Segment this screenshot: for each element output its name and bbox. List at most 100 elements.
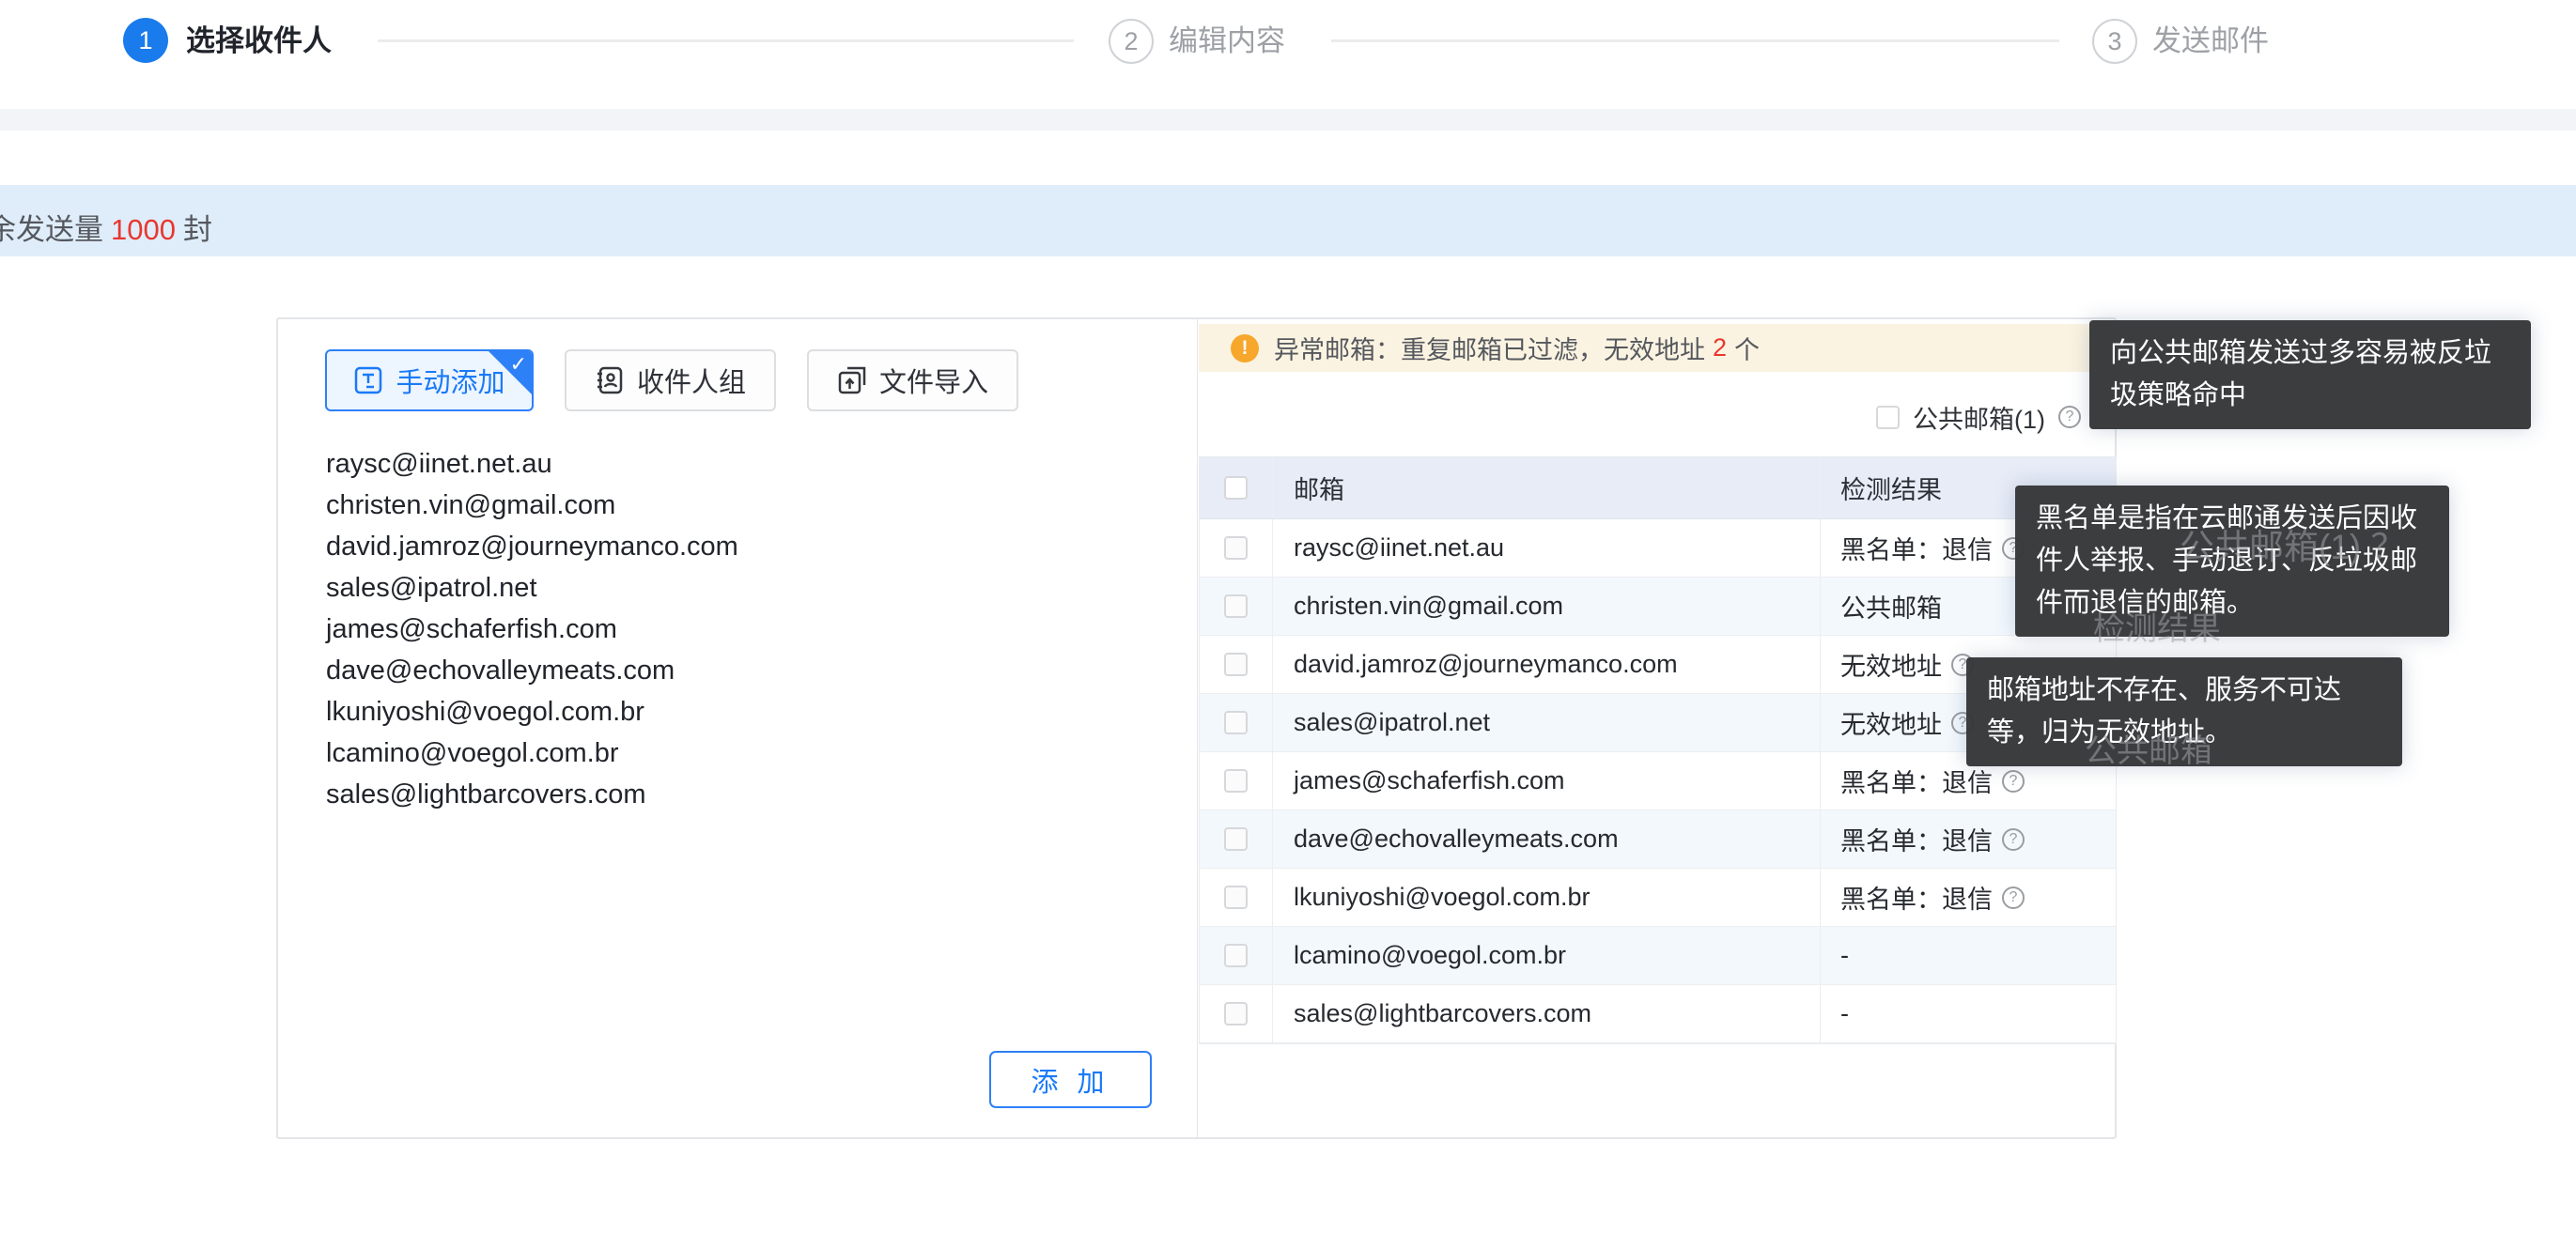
email-cell: david.jamroz@journeymanco.com — [1273, 636, 1821, 693]
email-cell: sales@lightbarcovers.com — [1273, 985, 1821, 1042]
quota-banner: 剩余发送量1000封 — [0, 185, 2576, 256]
select-all-checkbox[interactable] — [1224, 476, 1248, 500]
tab-file-import[interactable]: 文件导入 — [807, 349, 1018, 411]
email-cell: lcamino@voegol.com.br — [1273, 927, 1821, 984]
tab-recipient-group[interactable]: 收件人组 — [565, 349, 776, 411]
result-text: 黑名单：退信 — [1840, 879, 1993, 916]
header-divider-strip — [0, 109, 2576, 131]
row-checkbox[interactable] — [1224, 1002, 1248, 1025]
result-text: 无效地址 — [1840, 646, 1942, 683]
email-cell: christen.vin@gmail.com — [1273, 578, 1821, 635]
row-checkbox-cell — [1200, 985, 1273, 1042]
add-button[interactable]: 添 加 — [989, 1051, 1152, 1108]
tab-label: 文件导入 — [879, 361, 988, 400]
file-import-icon — [837, 365, 867, 395]
row-checkbox[interactable] — [1224, 769, 1248, 793]
result-text: 黑名单：退信 — [1840, 530, 1993, 566]
tooltip-invalid-address: 邮箱地址不存在、服务不可达等，归为无效地址。 — [1966, 657, 2402, 766]
row-checkbox[interactable] — [1224, 886, 1248, 909]
result-help-icon[interactable]: ? — [2002, 887, 2025, 909]
step-1-circle: 1 — [123, 18, 168, 63]
quota-count: 1000 — [103, 213, 183, 246]
public-mailbox-filter: 公共邮箱(1) ? — [1876, 400, 2081, 434]
recipient-card: 手动添加✓收件人组文件导入 raysc@iinet.net.auchristen… — [276, 317, 2117, 1139]
result-cell: - — [1821, 985, 2116, 1042]
table-header-row: 邮箱检测结果 — [1200, 457, 2116, 519]
row-checkbox-cell — [1200, 519, 1273, 577]
row-checkbox[interactable] — [1224, 944, 1248, 967]
select-all-cell — [1200, 457, 1273, 518]
result-cell: 黑名单：退信? — [1821, 810, 2116, 868]
page: 1 选择收件人 2 编辑内容 3 发送邮件 剩余发送量1000封 手动添加✓ 收件… — [0, 0, 2576, 1249]
row-checkbox-cell — [1200, 578, 1273, 635]
panel-divider — [1197, 319, 1198, 1137]
result-text: 黑名单：退信 — [1840, 821, 1993, 857]
tooltip-public-mailbox: 向公共邮箱发送过多容易被反垃圾策略命中 — [2089, 320, 2531, 429]
table-row: raysc@iinet.net.au黑名单：退信? — [1200, 519, 2116, 578]
column-header-email: 邮箱 — [1273, 457, 1821, 518]
recipient-email-line: sales@lightbarcovers.com — [326, 774, 738, 815]
row-checkbox-cell — [1200, 636, 1273, 693]
recipient-input-area[interactable]: raysc@iinet.net.auchristen.vin@gmail.com… — [326, 443, 738, 815]
step-connector-2 — [1331, 39, 2059, 42]
recipient-email-line: christen.vin@gmail.com — [326, 485, 738, 526]
result-text: 黑名单：退信 — [1840, 763, 1993, 799]
step-1-label: 选择收件人 — [186, 25, 332, 57]
row-checkbox[interactable] — [1224, 827, 1248, 851]
recipient-email-line: lkuniyoshi@voegol.com.br — [326, 691, 738, 732]
table-row: lkuniyoshi@voegol.com.br黑名单：退信? — [1200, 869, 2116, 927]
email-cell: raysc@iinet.net.au — [1273, 519, 1821, 577]
result-help-icon[interactable]: ? — [2002, 770, 2025, 793]
warning-count: 2 — [1705, 333, 1734, 362]
step-3-label: 发送邮件 — [2152, 25, 2269, 57]
abnormal-mailbox-warning: ! 异常邮箱：重复邮箱已过滤，无效地址 2 个 — [1199, 324, 2117, 372]
result-cell: - — [1821, 927, 2116, 984]
tab-manual-add[interactable]: 手动添加✓ — [325, 349, 534, 411]
recipient-email-line: raysc@iinet.net.au — [326, 443, 738, 485]
step-connector-1 — [378, 39, 1074, 42]
recipient-email-line: james@schaferfish.com — [326, 609, 738, 650]
row-checkbox-cell — [1200, 810, 1273, 868]
step-3-circle: 3 — [2092, 19, 2137, 64]
recipient-source-tabs: 手动添加✓ 收件人组 文件导入 — [325, 349, 1018, 411]
quota-label: 剩余发送量 — [0, 213, 103, 246]
email-cell: james@schaferfish.com — [1273, 752, 1821, 810]
tab-label: 收件人组 — [637, 361, 746, 400]
result-text: 公共邮箱 — [1840, 588, 1942, 624]
public-mailbox-checkbox[interactable] — [1876, 406, 1900, 429]
row-checkbox[interactable] — [1224, 594, 1248, 618]
result-cell: 黑名单：退信? — [1821, 869, 2116, 926]
wizard-stepper: 1 选择收件人 2 编辑内容 3 发送邮件 — [0, 0, 2576, 109]
warning-suffix: 个 — [1734, 330, 1760, 366]
warning-icon: ! — [1231, 334, 1259, 362]
email-cell: sales@ipatrol.net — [1273, 694, 1821, 751]
table-row: dave@echovalleymeats.com黑名单：退信? — [1200, 810, 2116, 869]
row-checkbox-cell — [1200, 869, 1273, 926]
public-mailbox-help-icon[interactable]: ? — [2058, 406, 2081, 428]
result-text: - — [1840, 941, 1849, 970]
table-row: sales@lightbarcovers.com- — [1200, 985, 2116, 1043]
email-cell: dave@echovalleymeats.com — [1273, 810, 1821, 868]
step-2-label: 编辑内容 — [1169, 25, 1285, 57]
result-text: 无效地址 — [1840, 704, 1942, 741]
warning-text: 异常邮箱：重复邮箱已过滤，无效地址 — [1274, 330, 1705, 366]
step-2-circle: 2 — [1109, 19, 1154, 64]
quota-suffix: 封 — [183, 213, 212, 246]
row-checkbox[interactable] — [1224, 653, 1248, 676]
result-help-icon[interactable]: ? — [2002, 828, 2025, 851]
result-text: - — [1840, 999, 1849, 1028]
row-checkbox[interactable] — [1224, 536, 1248, 560]
row-checkbox-cell — [1200, 752, 1273, 810]
email-cell: lkuniyoshi@voegol.com.br — [1273, 869, 1821, 926]
table-row: christen.vin@gmail.com 公共邮箱 — [1200, 578, 2116, 636]
tooltip-blacklist: 黑名单是指在云邮通发送后因收件人举报、手动退订、反垃圾邮件而退信的邮箱。 — [2015, 486, 2449, 637]
row-checkbox-cell — [1200, 694, 1273, 751]
public-mailbox-label: 公共邮箱(1) — [1913, 399, 2045, 436]
row-checkbox[interactable] — [1224, 711, 1248, 734]
manual-add-icon — [353, 365, 383, 395]
recipient-email-line: david.jamroz@journeymanco.com — [326, 526, 738, 567]
check-icon: ✓ — [510, 352, 527, 377]
recipient-email-line: lcamino@voegol.com.br — [326, 732, 738, 774]
recipient-email-line: dave@echovalleymeats.com — [326, 650, 738, 691]
table-row: lcamino@voegol.com.br- — [1200, 927, 2116, 985]
